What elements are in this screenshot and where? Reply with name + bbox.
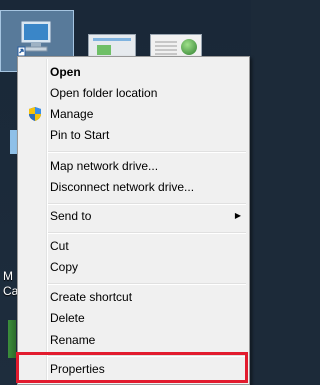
menu-item-label: Open folder location [50, 86, 158, 100]
menu-item-pin-to-start[interactable]: Pin to Start [20, 124, 247, 146]
desktop-label: M [3, 269, 13, 283]
menu-item-manage[interactable]: Manage [20, 103, 247, 125]
menu-item-label: Delete [50, 311, 85, 325]
menu-item-open[interactable]: Open [20, 61, 247, 83]
menu-item-label: Cut [50, 239, 69, 253]
menu-item-properties[interactable]: Properties [20, 358, 247, 380]
submenu-arrow-icon: ▶ [234, 211, 241, 220]
menu-separator [48, 355, 246, 357]
menu-separator [48, 151, 246, 153]
menu-item-label: Rename [50, 333, 96, 347]
desktop-icon-edge [8, 320, 16, 358]
computer-icon [17, 20, 52, 57]
menu-item-label: Open [50, 65, 81, 79]
menu-item-label: Properties [50, 362, 105, 376]
menu-item-label: Send to [50, 209, 92, 223]
menu-item-label: Disconnect network drive... [50, 180, 195, 194]
context-menu: Open Open folder location Manage Pin to … [17, 56, 250, 385]
menu-item-open-folder-location[interactable]: Open folder location [20, 82, 247, 104]
menu-item-label: Map network drive... [50, 159, 159, 173]
menu-item-label: Pin to Start [50, 128, 110, 142]
desktop-icon-edge [10, 130, 17, 154]
menu-item-label: Manage [50, 107, 94, 121]
menu-item-rename[interactable]: Rename [20, 329, 247, 351]
menu-separator [48, 232, 246, 234]
menu-item-delete[interactable]: Delete [20, 307, 247, 329]
menu-item-create-shortcut[interactable]: Create shortcut [20, 286, 247, 308]
shield-icon [29, 107, 41, 121]
menu-item-send-to[interactable]: Send to ▶ [20, 205, 247, 227]
menu-item-copy[interactable]: Copy [20, 256, 247, 278]
menu-separator [48, 283, 246, 285]
menu-item-map-network-drive[interactable]: Map network drive... [20, 155, 247, 177]
orb-icon [181, 39, 197, 55]
menu-item-label: Copy [50, 260, 79, 274]
menu-item-label: Create shortcut [50, 290, 133, 304]
menu-item-cut[interactable]: Cut [20, 235, 247, 257]
menu-item-disconnect-network-drive[interactable]: Disconnect network drive... [20, 176, 247, 198]
